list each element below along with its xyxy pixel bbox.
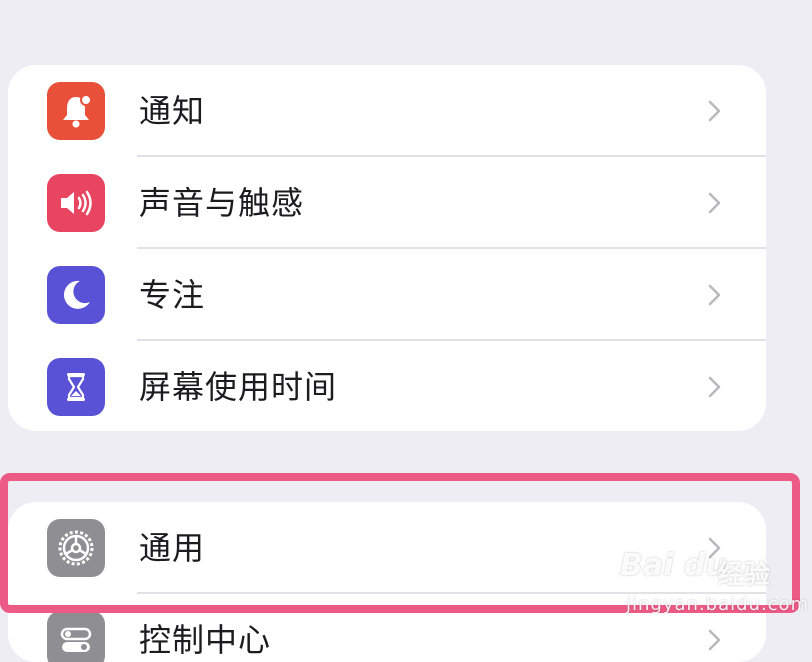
settings-row-label: 声音与触感 [139, 184, 305, 222]
chevron-right-icon [708, 192, 721, 214]
settings-row-label: 控制中心 [139, 621, 272, 659]
bell-icon [47, 82, 105, 140]
speaker-icon [47, 174, 105, 232]
settings-row-general[interactable]: 通用 [8, 502, 766, 594]
hourglass-icon [47, 358, 105, 416]
settings-group-1: 通知 声音与触感 专注 屏幕使用时间 [8, 65, 766, 431]
settings-row-sounds[interactable]: 声音与触感 [8, 157, 766, 249]
toggle-icon [47, 611, 105, 662]
chevron-right-icon [708, 629, 721, 651]
settings-row-label: 通知 [139, 92, 206, 130]
settings-row-label: 屏幕使用时间 [139, 368, 338, 406]
settings-group-2: 通用 控制中心 [8, 502, 766, 662]
chevron-right-icon [708, 100, 721, 122]
settings-row-focus[interactable]: 专注 [8, 249, 766, 341]
gear-icon [47, 519, 105, 577]
settings-row-screen-time[interactable]: 屏幕使用时间 [8, 341, 766, 431]
chevron-right-icon [708, 284, 721, 306]
settings-row-label: 专注 [139, 276, 206, 314]
chevron-right-icon [708, 376, 721, 398]
settings-row-label: 通用 [139, 529, 206, 567]
chevron-right-icon [708, 537, 721, 559]
moon-icon [47, 266, 105, 324]
settings-row-control-center[interactable]: 控制中心 [8, 594, 766, 662]
settings-row-notifications[interactable]: 通知 [8, 65, 766, 157]
